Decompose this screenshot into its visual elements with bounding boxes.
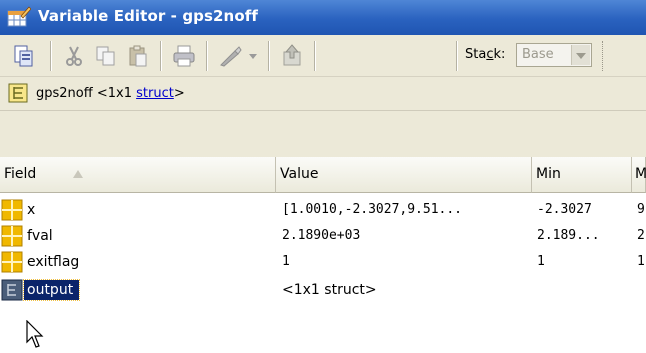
column-header-value[interactable]: Value bbox=[276, 157, 532, 193]
copy-icon bbox=[96, 46, 115, 66]
print-button[interactable] bbox=[170, 42, 198, 70]
table-row[interactable]: fval 2.1890e+03 2.189... 2 bbox=[0, 223, 646, 249]
new-from-selection-icon bbox=[14, 45, 33, 67]
numeric-array-icon bbox=[1, 199, 23, 221]
struct-icon bbox=[8, 83, 28, 103]
struct-class-link[interactable]: struct bbox=[136, 86, 174, 101]
copy-button[interactable] bbox=[92, 42, 120, 70]
column-header-max[interactable]: M bbox=[632, 157, 646, 193]
struct-icon bbox=[1, 279, 23, 301]
field-value: 2.1890e+03 bbox=[282, 228, 361, 243]
field-value: 1 bbox=[282, 254, 290, 269]
field-max: 2 bbox=[637, 228, 645, 243]
plot-selection-icon bbox=[220, 46, 242, 67]
field-max: 9 bbox=[637, 202, 645, 217]
mouse-cursor-icon bbox=[26, 320, 44, 348]
stack-select-value: Base bbox=[522, 47, 554, 62]
field-name: output bbox=[22, 279, 81, 301]
field-name: exitflag bbox=[27, 254, 80, 270]
field-min: 1 bbox=[537, 254, 545, 269]
print-icon bbox=[173, 45, 195, 67]
table-row-selected[interactable]: output <1x1 struct> bbox=[0, 277, 646, 303]
breadcrumb: gps2noff <1x1 struct> bbox=[0, 77, 646, 111]
numeric-array-icon bbox=[1, 225, 23, 247]
plot-dropdown-icon bbox=[249, 54, 257, 59]
title-bar: Variable Editor - gps2noff bbox=[0, 0, 646, 35]
variable-path: gps2noff <1x1 struct> bbox=[36, 86, 185, 101]
numeric-array-icon bbox=[1, 251, 23, 273]
field-max bbox=[637, 277, 646, 303]
cut-icon bbox=[66, 46, 82, 66]
column-header-min[interactable]: Min bbox=[532, 157, 632, 193]
fields-table: Field Value Min M x [1.0010,-2.3027,9.51… bbox=[0, 157, 646, 353]
sort-ascending-icon bbox=[73, 170, 83, 178]
field-value: <1x1 struct> bbox=[282, 282, 377, 298]
field-max: 1 bbox=[637, 254, 645, 269]
new-from-selection-button[interactable] bbox=[10, 42, 38, 70]
go-up-button[interactable] bbox=[278, 42, 306, 70]
cut-button[interactable] bbox=[60, 42, 88, 70]
field-name: x bbox=[27, 202, 36, 218]
table-row[interactable]: x [1.0010,-2.3027,9.51... -2.3027 9 bbox=[0, 197, 646, 223]
paste-icon bbox=[129, 45, 147, 67]
field-min bbox=[537, 277, 629, 303]
window-title: Variable Editor - gps2noff bbox=[38, 7, 258, 25]
go-up-icon bbox=[283, 44, 301, 66]
stack-label: Stack: bbox=[465, 47, 506, 62]
column-header-field[interactable]: Field bbox=[0, 157, 276, 193]
toolbar: Stack: Base bbox=[0, 35, 646, 77]
variable-editor-icon bbox=[7, 6, 31, 27]
paste-button[interactable] bbox=[124, 42, 152, 70]
field-name: fval bbox=[27, 228, 53, 244]
table-row[interactable]: exitflag 1 1 1 bbox=[0, 249, 646, 275]
chevron-down-icon[interactable] bbox=[571, 45, 590, 65]
stack-select[interactable]: Base bbox=[516, 43, 592, 67]
plot-dropdown-button[interactable] bbox=[244, 42, 262, 70]
plot-selection-button[interactable] bbox=[216, 42, 244, 70]
field-value: [1.0010,-2.3027,9.51... bbox=[282, 202, 463, 217]
field-min: 2.189... bbox=[537, 228, 600, 243]
field-min: -2.3027 bbox=[537, 202, 592, 217]
